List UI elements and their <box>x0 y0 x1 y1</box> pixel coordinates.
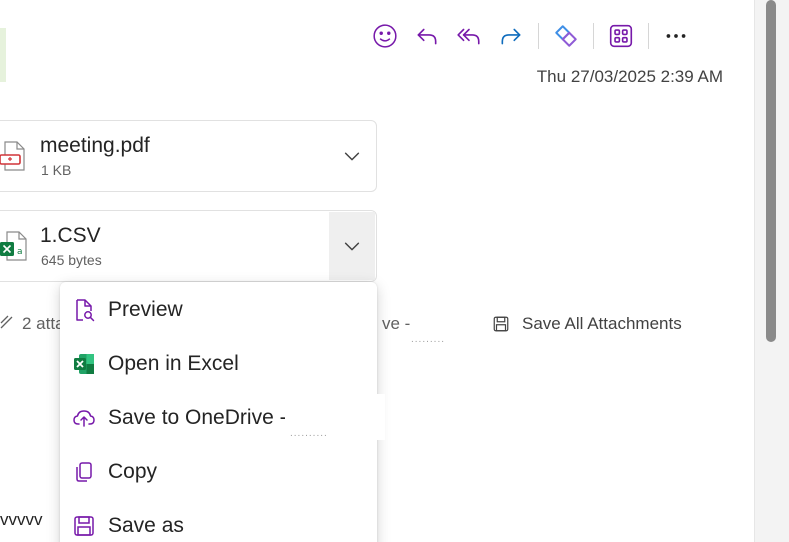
menu-item-copy[interactable]: Copy <box>60 445 377 499</box>
forward-icon <box>501 28 521 45</box>
pdf-file-icon <box>0 141 25 171</box>
save-all-attachments-button[interactable]: Save All Attachments <box>492 314 682 334</box>
attachment-card[interactable]: a 1.CSV 645 bytes <box>0 210 377 282</box>
attachment-count-text: 2 atta <box>22 314 65 333</box>
copilot-button[interactable] <box>545 18 587 54</box>
preview-icon <box>72 298 96 322</box>
save-icon <box>493 316 509 332</box>
message-date: Thu 27/03/2025 2:39 AM <box>536 67 723 86</box>
attachment-count: 2 atta <box>0 314 65 334</box>
attachment-card[interactable]: meeting.pdf 1 KB <box>0 120 377 192</box>
reply-icon <box>417 28 437 45</box>
attachment-size: 645 bytes <box>41 252 102 268</box>
sender-avatar-edge <box>0 28 6 82</box>
attachment-name: 1.CSV <box>40 224 101 247</box>
save-onedrive-partial-label: ve - <box>382 314 411 333</box>
more-actions-button[interactable] <box>655 18 697 54</box>
cloud-upload-icon <box>72 406 96 430</box>
toolbar-separator <box>538 23 539 49</box>
copilot-icon <box>555 25 577 47</box>
menu-item-save-as[interactable]: Save as <box>60 499 377 542</box>
redacted-text: .......... <box>290 428 328 439</box>
redacted-text: ......... <box>411 334 446 345</box>
paperclip-icon <box>0 315 13 329</box>
attachment-name: meeting.pdf <box>40 134 150 157</box>
menu-item-label: Copy <box>108 460 158 483</box>
copy-icon <box>72 460 96 484</box>
more-icon <box>666 34 686 38</box>
svg-text:a: a <box>17 247 23 257</box>
forward-button[interactable] <box>490 18 532 54</box>
toolbar-separator <box>593 23 594 49</box>
apps-icon <box>609 24 633 48</box>
chevron-down-icon <box>344 242 360 251</box>
reply-button[interactable] <box>406 18 448 54</box>
toolbar-separator <box>648 23 649 49</box>
attachment-size: 1 KB <box>41 162 72 178</box>
scrollbar-thumb[interactable] <box>766 0 776 342</box>
save-all-label: Save All Attachments <box>522 314 682 333</box>
attachment-menu-button[interactable] <box>329 212 375 280</box>
menu-item-label: Open in Excel <box>108 352 239 375</box>
excel-icon <box>72 352 96 376</box>
reply-all-button[interactable] <box>448 18 490 54</box>
menu-item-label: Preview <box>108 298 183 321</box>
emoji-icon <box>373 24 397 48</box>
reply-all-icon <box>457 28 480 45</box>
message-toolbar <box>364 18 697 54</box>
attachment-menu-button[interactable] <box>329 122 375 190</box>
emoji-button[interactable] <box>364 18 406 54</box>
menu-item-label: Save to OneDrive - <box>108 406 287 429</box>
save-icon <box>72 514 96 538</box>
menu-item-open-in-excel[interactable]: Open in Excel <box>60 337 377 391</box>
save-onedrive-partial[interactable]: ve - <box>382 314 410 334</box>
excel-file-icon: a <box>0 231 27 261</box>
message-body-text: vvvvv <box>0 510 43 529</box>
menu-item-preview[interactable]: Preview <box>60 283 377 337</box>
menu-item-label: Save as <box>108 514 184 537</box>
chevron-down-icon <box>344 152 360 161</box>
apps-button[interactable] <box>600 18 642 54</box>
